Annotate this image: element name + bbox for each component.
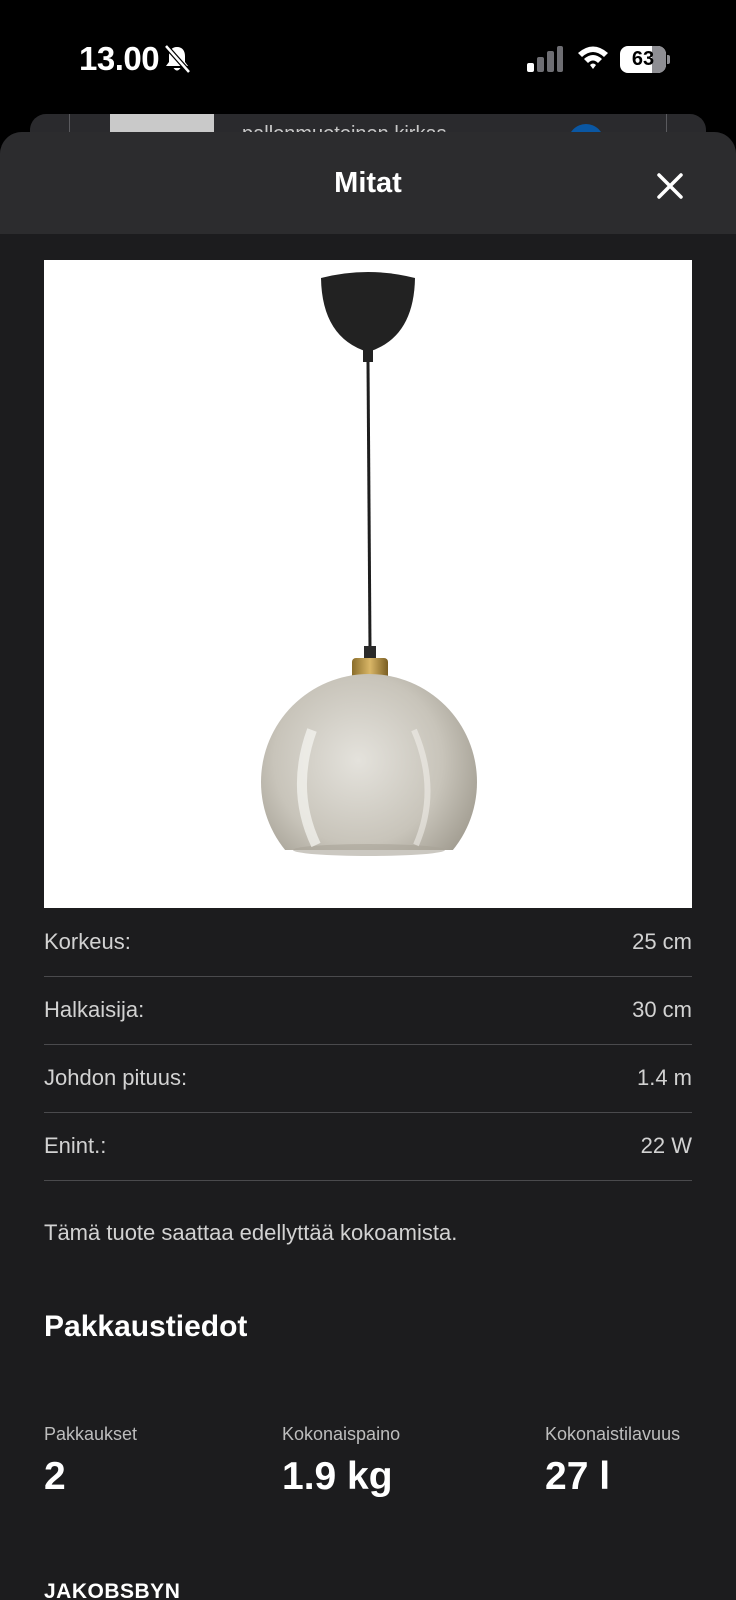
assembly-note: Tämä tuote saattaa edellyttää kokoamista… [44,1220,458,1245]
packaging-volume: Kokonaistilavuus 27 l [545,1424,680,1499]
battery-level: 63 [631,48,655,70]
status-bar: 13.00 63 [0,0,736,112]
signal-icon [527,46,563,72]
packaging-packages: Pakkaukset 2 [44,1424,137,1499]
packaging-weight: Kokonaispaino 1.9 kg [282,1424,400,1499]
spec-value: 22 W [640,1133,692,1158]
sheet-header: Mitat [0,132,736,234]
sheet-title: Mitat [334,167,402,199]
packaging-label: Kokonaispaino [282,1424,401,1444]
product-image [44,260,692,908]
bell-muted-icon [164,44,191,74]
product-name: JAKOBSBYN [44,1580,181,1600]
spec-row-cord-length: Johdon pituus: 1.4 m [44,1044,692,1113]
pendant-lamp-image [258,272,482,890]
packaging-title: Pakkaustiedot [44,1310,248,1343]
spec-value: 30 cm [632,997,692,1022]
wifi-icon [578,46,608,69]
dimensions-sheet: Mitat Korkeus: 25 cm Halkaisija: 30 cm J… [0,132,736,1600]
status-time: 13.00 [79,40,160,77]
spec-label: Halkaisija: [44,997,145,1022]
spec-value: 25 cm [632,929,692,954]
close-button[interactable] [648,164,692,208]
battery-indicator: 63 [620,46,670,73]
spec-label: Johdon pituus: [44,1065,188,1090]
packaging-value: 2 [44,1455,66,1498]
close-icon [657,173,683,199]
packaging-value: 1.9 kg [282,1455,393,1498]
packaging-value: 27 l [545,1455,611,1498]
spec-label: Korkeus: [44,929,131,954]
spec-row-diameter: Halkaisija: 30 cm [44,976,692,1045]
spec-value: 1.4 m [636,1065,692,1090]
packaging-label: Kokonaistilavuus [545,1424,681,1444]
spec-row-max-wattage: Enint.: 22 W [44,1112,692,1181]
packaging-label: Pakkaukset [44,1424,138,1444]
spec-row-height: Korkeus: 25 cm [44,908,692,977]
spec-label: Enint.: [44,1133,107,1158]
